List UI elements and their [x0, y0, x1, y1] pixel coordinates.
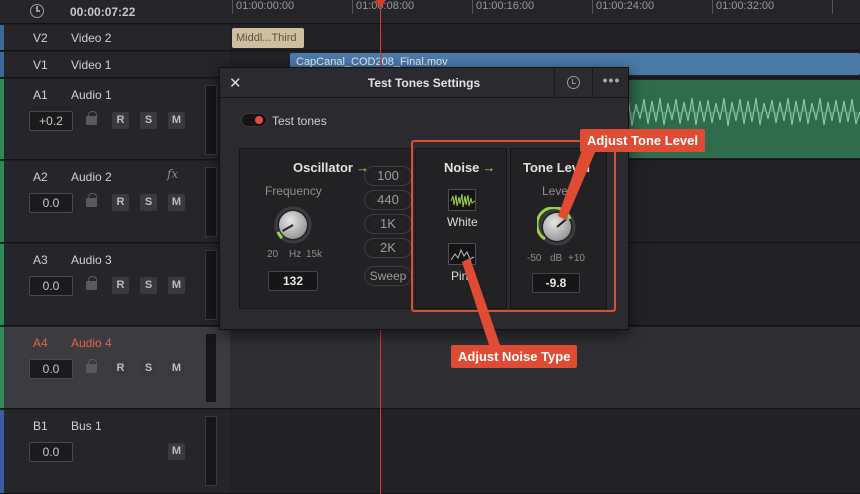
track-name[interactable]: Bus 1	[71, 419, 102, 433]
preset-2k-button[interactable]: 2K	[364, 238, 412, 258]
track-header-v1[interactable]: V1 Video 1	[0, 52, 230, 78]
record-arm-button[interactable]: R	[112, 360, 129, 377]
preset-440-button[interactable]: 440	[364, 190, 412, 210]
frequency-range-min: 20	[267, 249, 279, 260]
track-id: A3	[33, 253, 48, 267]
ruler-tick: 01:00:00:00	[232, 0, 294, 14]
audio-meter	[205, 167, 217, 237]
track-header-v2[interactable]: V2 Video 2	[0, 25, 230, 51]
track-id: A4	[33, 336, 48, 350]
timeline-track-v2[interactable]	[230, 25, 860, 51]
title-clip[interactable]: Middl...Third	[232, 28, 304, 48]
audio-waveform	[600, 96, 860, 127]
lock-icon[interactable]	[86, 359, 97, 373]
timecode-header: 00:00:07:22	[0, 0, 230, 24]
ruler-tick: 01:00:32:00	[712, 0, 774, 14]
track-color-strip	[0, 79, 4, 159]
solo-button[interactable]: S	[140, 277, 157, 294]
track-name[interactable]: Audio 4	[71, 336, 112, 350]
track-id: A2	[33, 170, 48, 184]
track-name[interactable]: Audio 3	[71, 253, 112, 267]
record-arm-button[interactable]: R	[112, 112, 129, 129]
track-id: V2	[33, 31, 48, 45]
lock-icon[interactable]	[86, 193, 97, 207]
frequency-value-field[interactable]: 132	[268, 271, 318, 291]
track-color-strip	[0, 25, 4, 50]
solo-button[interactable]: S	[140, 194, 157, 211]
timeline-track-a4[interactable]	[230, 327, 860, 409]
oscillator-title: Oscillator →	[293, 160, 369, 175]
fx-icon[interactable]: fx	[167, 167, 178, 181]
track-name[interactable]: Audio 2	[71, 170, 112, 184]
frequency-knob[interactable]	[273, 205, 313, 245]
track-volume-field[interactable]: 0.0	[29, 359, 73, 379]
clock-icon	[30, 4, 44, 18]
track-id: A1	[33, 88, 48, 102]
test-tones-label: Test tones	[272, 114, 327, 128]
frequency-range-unit: Hz	[289, 249, 302, 260]
lock-icon[interactable]	[86, 276, 97, 290]
track-header-a1[interactable]: A1 Audio 1 +0.2 R S M	[0, 79, 230, 160]
track-color-strip	[0, 410, 4, 493]
track-name[interactable]: Video 1	[71, 58, 111, 72]
track-header-b1[interactable]: B1 Bus 1 0.0 M	[0, 410, 230, 494]
track-color-strip	[0, 52, 4, 77]
ruler-tick: 01:00:24:00	[592, 0, 654, 14]
timeline-track-b1[interactable]	[230, 410, 860, 494]
track-volume-field[interactable]: 0.0	[29, 442, 73, 462]
mute-button[interactable]: M	[168, 443, 185, 460]
noise-type-callout: Adjust Noise Type	[451, 345, 578, 368]
audio-meter	[205, 416, 217, 486]
track-header-a3[interactable]: A3 Audio 3 0.0 R S M	[0, 244, 230, 326]
audio-meter	[205, 250, 217, 320]
frequency-label: Frequency	[265, 184, 322, 198]
solo-button[interactable]: S	[140, 360, 157, 377]
track-name[interactable]: Audio 1	[71, 88, 112, 102]
preset-100-button[interactable]: 100	[364, 166, 412, 186]
oscillator-title-text: Oscillator	[293, 160, 353, 175]
sweep-button[interactable]: Sweep	[364, 266, 412, 286]
track-id: B1	[33, 419, 48, 433]
track-id: V1	[33, 58, 48, 72]
audio-meter	[205, 85, 217, 155]
highlight-box	[411, 140, 616, 312]
history-icon	[567, 76, 580, 89]
timeline-ruler[interactable]: 01:00:00:00 01:00:08:00 01:00:16:00 01:0…	[230, 0, 860, 24]
track-volume-field[interactable]: 0.0	[29, 193, 73, 213]
lock-icon[interactable]	[86, 111, 97, 125]
record-arm-button[interactable]: R	[112, 194, 129, 211]
record-arm-button[interactable]: R	[112, 277, 129, 294]
track-color-strip	[0, 327, 4, 408]
solo-button[interactable]: S	[140, 112, 157, 129]
track-color-strip	[0, 244, 4, 325]
more-options-button[interactable]: •••	[592, 68, 630, 98]
tone-level-callout: Adjust Tone Level	[580, 129, 705, 152]
mute-button[interactable]: M	[168, 277, 185, 294]
track-volume-field[interactable]: +0.2	[29, 111, 73, 131]
dialog-header: ✕ Test Tones Settings •••	[220, 68, 628, 98]
mute-button[interactable]: M	[168, 194, 185, 211]
track-name[interactable]: Video 2	[71, 31, 111, 45]
track-header-a4[interactable]: A4 Audio 4 0.0 R S M	[0, 327, 230, 409]
track-header-a2[interactable]: A2 Audio 2 fx 0.0 R S M	[0, 161, 230, 243]
audio-meter	[205, 333, 217, 403]
track-volume-field[interactable]: 0.0	[29, 276, 73, 296]
frequency-range-max: 15k	[306, 249, 323, 260]
preset-1k-button[interactable]: 1K	[364, 214, 412, 234]
oscillator-panel: Oscillator → Frequency 20 Hz 15k 132 100 …	[239, 148, 412, 309]
reset-history-button[interactable]	[554, 68, 592, 98]
mute-button[interactable]: M	[168, 112, 185, 129]
timecode-display[interactable]: 00:00:07:22	[70, 5, 135, 19]
ruler-tick	[832, 0, 860, 14]
ruler-tick: 01:00:16:00	[472, 0, 534, 14]
track-color-strip	[0, 161, 4, 242]
test-tones-toggle[interactable]	[241, 113, 267, 127]
mute-button[interactable]: M	[168, 360, 185, 377]
